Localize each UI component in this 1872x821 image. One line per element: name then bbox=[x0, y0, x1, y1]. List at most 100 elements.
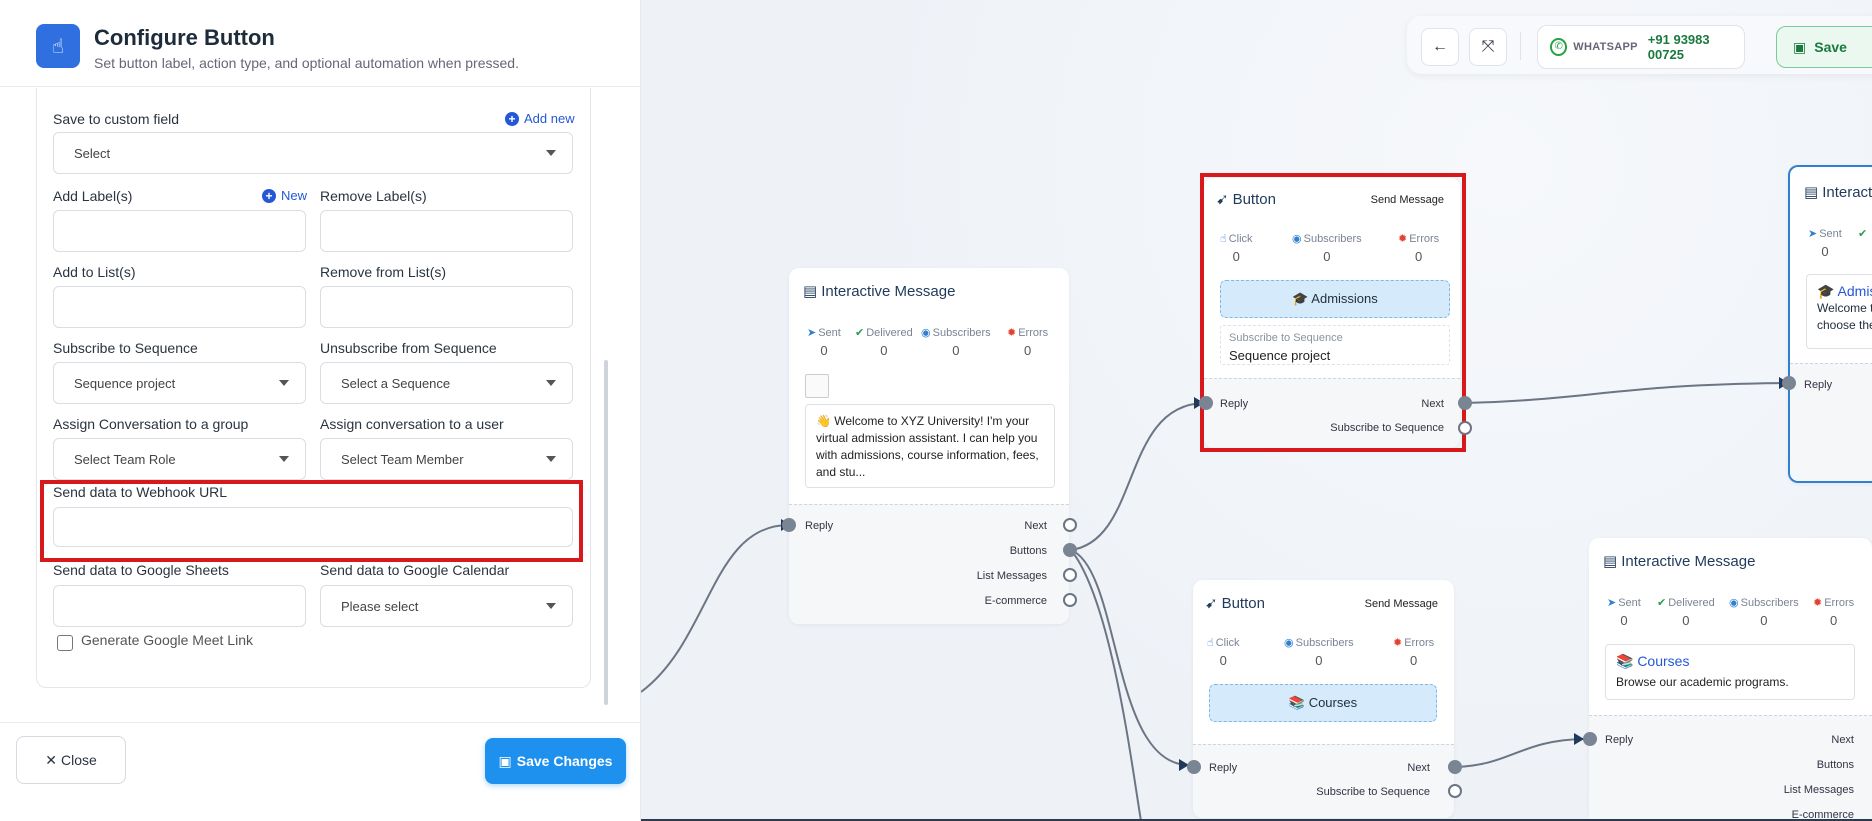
add-lists-input[interactable] bbox=[53, 286, 306, 328]
google-meet-label: Generate Google Meet Link bbox=[81, 632, 253, 648]
close-icon: ✕ bbox=[45, 751, 57, 768]
send-icon: ➤ bbox=[1808, 228, 1818, 240]
node-interactive-message-courses[interactable]: ▤ Interactive Message ➤ Sent 0 ✔ Delivered 0 … bbox=[1583, 538, 1872, 821]
custom-field-select[interactable]: Select bbox=[53, 132, 573, 174]
node-interactive-message-admissions[interactable]: ▤ Interact ➤ Sent 0 ✔ 🎓 Admis Welcome t cho… bbox=[1788, 165, 1872, 483]
button-chip-courses[interactable]: 📚 Courses bbox=[1209, 684, 1437, 722]
google-sheets-label: Send data to Google Sheets bbox=[53, 562, 229, 578]
toolbar-divider bbox=[1520, 32, 1521, 60]
back-button[interactable]: ← bbox=[1421, 28, 1459, 66]
remove-lists-label: Remove from List(s) bbox=[320, 264, 447, 280]
plus-circle-icon: + bbox=[262, 188, 276, 203]
arrow-left-icon: ← bbox=[1432, 38, 1448, 55]
caret-down-icon bbox=[279, 380, 289, 386]
node-ports bbox=[1193, 744, 1454, 818]
caret-down-icon bbox=[546, 150, 556, 156]
list-messages-port[interactable] bbox=[1063, 568, 1077, 582]
stat-sent: ➤ Sent 0 bbox=[807, 327, 841, 358]
google-meet-checkbox[interactable] bbox=[57, 635, 73, 651]
add-new-custom-field-link[interactable]: + Add new bbox=[505, 111, 575, 126]
subscribe-port[interactable] bbox=[1458, 421, 1472, 435]
assign-user-select[interactable]: Select Team Member bbox=[320, 438, 573, 480]
panel-scrollbar[interactable] bbox=[604, 360, 608, 705]
panel-subtitle: Set button label, action type, and optio… bbox=[94, 55, 519, 71]
whatsapp-channel-badge[interactable]: ✆ WHATSAPP +91 93983 00725 bbox=[1537, 25, 1745, 69]
reply-port[interactable] bbox=[782, 518, 796, 532]
assign-user-label: Assign conversation to a user bbox=[320, 416, 504, 432]
google-sheets-input[interactable] bbox=[53, 585, 306, 627]
send-icon: ➤ bbox=[1607, 597, 1617, 609]
message-icon: ▤ bbox=[1804, 184, 1819, 201]
user-circle-icon: ◉ bbox=[921, 327, 931, 339]
floppy-disk-icon: ▣ bbox=[1793, 38, 1807, 55]
add-lists-label: Add to List(s) bbox=[53, 264, 136, 280]
new-label-link[interactable]: + New bbox=[262, 188, 307, 203]
stat-errors: ✹ Errors 0 bbox=[1007, 327, 1049, 358]
close-button[interactable]: ✕ Close bbox=[16, 736, 126, 784]
fit-view-button[interactable]: ⤧ bbox=[1469, 28, 1507, 66]
subscribe-sequence-label: Subscribe to Sequence bbox=[53, 340, 198, 356]
buttons-port[interactable] bbox=[1063, 543, 1077, 557]
google-calendar-label: Send data to Google Calendar bbox=[320, 562, 510, 578]
assign-group-select[interactable]: Select Team Role bbox=[53, 438, 306, 480]
highlight-box-button-node bbox=[1200, 173, 1466, 452]
panel-title: Configure Button bbox=[94, 25, 275, 50]
bug-icon: ✹ bbox=[1813, 597, 1823, 609]
stat-subscribers: ◉ Subscribers 0 bbox=[1729, 597, 1799, 628]
subscribe-port[interactable] bbox=[1448, 784, 1462, 798]
node-button-courses[interactable]: ➹ Button Send Message ☝ Click 0 ◉ Subscriber… bbox=[1187, 580, 1462, 818]
google-calendar-select[interactable]: Please select bbox=[320, 585, 573, 627]
message-box: 📚 Courses Browse our academic programs. bbox=[1605, 644, 1855, 700]
message-icon: ▤ bbox=[1603, 553, 1618, 570]
custom-field-label: Save to custom field bbox=[53, 111, 180, 127]
stat-sent: ➤ Sent 0 bbox=[1808, 228, 1842, 259]
reply-port[interactable] bbox=[1583, 732, 1597, 746]
stat-subscribers: ◉ Subscribers 0 bbox=[1284, 637, 1354, 668]
unsubscribe-sequence-select[interactable]: Select a Sequence bbox=[320, 362, 573, 404]
add-labels-label: Add Label(s) bbox=[53, 188, 133, 204]
send-icon: ➤ bbox=[807, 327, 817, 339]
unsubscribe-sequence-label: Unsubscribe from Sequence bbox=[320, 340, 497, 356]
hand-pointer-icon: ☝ bbox=[1207, 637, 1214, 649]
caret-down-icon bbox=[279, 456, 289, 462]
floppy-disk-icon: ▣ bbox=[498, 752, 512, 769]
plus-circle-icon: + bbox=[505, 111, 519, 126]
caret-down-icon bbox=[546, 603, 556, 609]
image-placeholder-icon bbox=[805, 374, 829, 398]
cursor-icon: ➹ bbox=[1205, 595, 1218, 612]
message-box: 🎓 Admis Welcome t choose the bbox=[1806, 274, 1872, 349]
stat-click: ☝ Click 0 bbox=[1207, 637, 1240, 668]
configure-button-panel: ☝ Configure Button Set button label, act… bbox=[0, 0, 641, 821]
next-port[interactable] bbox=[1063, 518, 1077, 532]
message-text: 👋 Welcome to XYZ University! I'm your vi… bbox=[805, 404, 1055, 488]
reply-port[interactable] bbox=[1187, 760, 1201, 774]
remove-labels-label: Remove Label(s) bbox=[320, 188, 427, 204]
bug-icon: ✹ bbox=[1007, 327, 1017, 339]
compress-icon: ⤧ bbox=[1481, 38, 1495, 55]
footer-divider bbox=[0, 722, 640, 723]
add-labels-input[interactable] bbox=[53, 210, 306, 252]
check-circle-icon: ✔ bbox=[1657, 597, 1667, 609]
flow-canvas[interactable]: ▤ Interactive Message ➤ Sent 0 ✔ Delivered 0 … bbox=[641, 0, 1872, 821]
next-port[interactable] bbox=[1448, 760, 1462, 774]
canvas-toolbar: ← ⤧ ✆ WHATSAPP +91 93983 00725 ▣ Save bbox=[1407, 16, 1872, 74]
stat-errors: ✹ Errors 0 bbox=[1813, 597, 1855, 628]
node-interactive-message[interactable]: ▤ Interactive Message ➤ Sent 0 ✔ Delivered 0 … bbox=[782, 268, 1077, 624]
reply-port[interactable] bbox=[1199, 396, 1213, 410]
caret-down-icon bbox=[546, 456, 556, 462]
save-changes-button[interactable]: ▣ Save Changes bbox=[485, 738, 626, 784]
reply-port[interactable] bbox=[1782, 376, 1796, 390]
subscribe-sequence-select[interactable]: Sequence project bbox=[53, 362, 306, 404]
ecommerce-port[interactable] bbox=[1063, 593, 1077, 607]
stat-errors: ✹ Errors 0 bbox=[1393, 637, 1435, 668]
user-circle-icon: ◉ bbox=[1284, 637, 1294, 649]
remove-lists-input[interactable] bbox=[320, 286, 573, 328]
hand-pointer-icon: ☝ bbox=[36, 24, 80, 68]
next-port[interactable] bbox=[1458, 396, 1472, 410]
caret-down-icon bbox=[546, 380, 556, 386]
remove-labels-input[interactable] bbox=[320, 210, 573, 252]
stat-subscribers: ◉ Subscribers 0 bbox=[921, 327, 991, 358]
assign-group-label: Assign Conversation to a group bbox=[53, 416, 249, 432]
save-flow-button[interactable]: ▣ Save bbox=[1776, 26, 1872, 68]
highlight-box-webhook bbox=[40, 480, 583, 562]
